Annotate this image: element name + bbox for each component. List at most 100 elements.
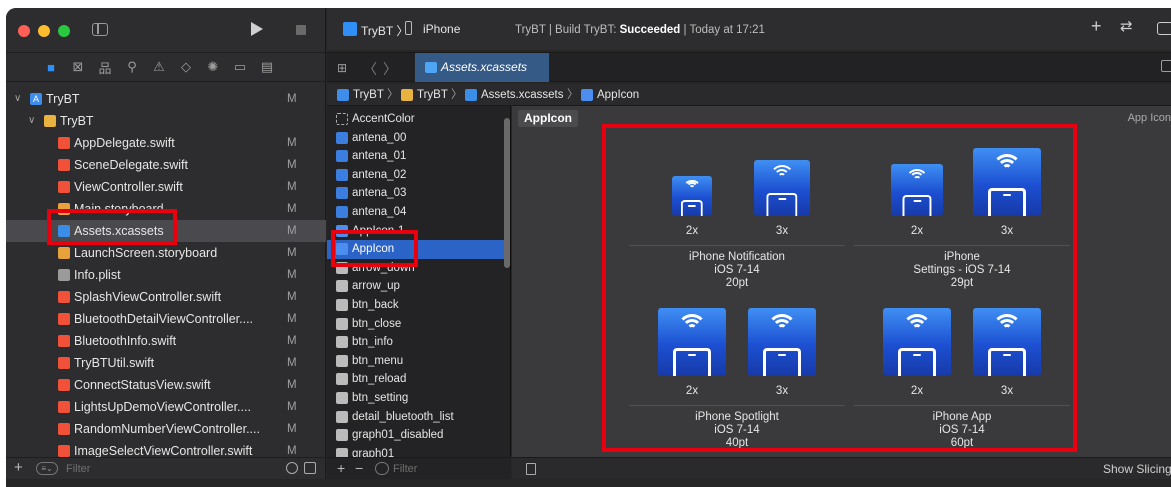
asset-row[interactable]: AccentColor (327, 110, 510, 129)
phone-outline-icon (988, 348, 1026, 376)
asset-row[interactable]: AppIcon-1 (327, 222, 510, 241)
recent-files-icon[interactable] (286, 462, 298, 474)
asset-row[interactable]: antena_03 (327, 184, 510, 203)
slot-os-label: iOS 7-14 (714, 264, 760, 276)
asset-row[interactable]: btn_info (327, 333, 510, 352)
asset-row[interactable]: btn_setting (327, 389, 510, 408)
file-row[interactable]: BluetoothInfo.swift M (6, 330, 326, 352)
asset-row[interactable]: antena_01 (327, 147, 510, 166)
folder-row[interactable]: ∨ TryBT (6, 110, 326, 132)
asset-set-title[interactable]: AppIcon (518, 110, 578, 127)
scm-filter-icon[interactable] (304, 462, 316, 474)
asset-row[interactable]: arrow_up (327, 277, 510, 296)
app-icon-image[interactable] (658, 308, 726, 376)
scale-label: 2x (685, 225, 699, 237)
scheme-selector[interactable]: TryBT 〉 (361, 22, 408, 39)
asset-row[interactable]: AppIcon (327, 240, 510, 259)
project-row[interactable]: ∨ A TryBT M (6, 88, 326, 110)
split-editor-icon[interactable] (1161, 60, 1171, 72)
slot-divider (629, 405, 845, 406)
file-row[interactable]: LightsUpDemoViewController.... M (6, 396, 326, 418)
asset-row[interactable]: antena_00 (327, 129, 510, 148)
file-row[interactable]: BluetoothDetailViewController.... M (6, 308, 326, 330)
jumpbar-item-catalog[interactable]: Assets.xcassets (481, 84, 563, 106)
file-row[interactable]: TryBTUtil.swift M (6, 352, 326, 374)
file-row[interactable]: AppDelegate.swift M (6, 132, 326, 154)
asset-row[interactable]: btn_close (327, 315, 510, 334)
app-icon-image[interactable] (754, 160, 810, 216)
status-badge: M (287, 225, 297, 237)
file-row[interactable]: LaunchScreen.storyboard M (6, 242, 326, 264)
chevron-down-icon[interactable]: ∨ (14, 88, 21, 110)
app-icon-image[interactable] (973, 148, 1041, 216)
test-icon[interactable]: ◇ (179, 59, 193, 75)
navigator-filter-input[interactable]: Filter (32, 461, 282, 477)
sidebar-toggle-icon[interactable] (92, 23, 108, 36)
app-icon-image[interactable] (891, 164, 943, 216)
asset-row[interactable]: btn_reload (327, 370, 510, 389)
add-asset-icon[interactable]: + (337, 460, 345, 476)
issue-icon[interactable]: ⚠ (152, 59, 166, 75)
file-name: LightsUpDemoViewController.... (74, 400, 251, 414)
stop-button[interactable] (296, 25, 306, 35)
asset-row[interactable]: graph01_disabled (327, 426, 510, 445)
device-selector[interactable]: iPhone (423, 22, 460, 36)
file-row[interactable]: ViewController.swift M (6, 176, 326, 198)
report-icon[interactable]: ▤ (260, 59, 274, 75)
file-row[interactable]: ConnectStatusView.swift M (6, 374, 326, 396)
forward-arrow-icon[interactable]: 〉 (383, 59, 397, 79)
file-row[interactable]: RandomNumberViewController.... M (6, 418, 326, 440)
find-icon[interactable]: ⚲ (125, 59, 139, 75)
asset-row[interactable]: arrow_down (327, 259, 510, 278)
tab-assets[interactable]: Assets.xcassets (415, 53, 549, 82)
app-icon-image[interactable] (672, 176, 712, 216)
close-window-button[interactable] (18, 25, 30, 37)
code-review-icon[interactable]: ⇄ (1120, 17, 1133, 35)
back-arrow-icon[interactable]: 〈 (363, 59, 377, 79)
jumpbar-item-project[interactable]: TryBT (353, 84, 384, 106)
related-items-icon[interactable]: ⊞ (337, 61, 347, 75)
slot-divider (854, 405, 1070, 406)
filter-icon[interactable] (375, 462, 389, 475)
file-row[interactable]: Info.plist M (6, 264, 326, 286)
symbol-icon[interactable]: 品 (98, 58, 112, 77)
scale-label: 3x (1000, 385, 1014, 397)
device-preview-icon[interactable] (526, 463, 536, 475)
folder-icon[interactable]: ■ (44, 60, 58, 75)
jumpbar-item-appicon[interactable]: AppIcon (597, 84, 639, 106)
asset-name: arrow_down (352, 261, 415, 274)
file-row[interactable]: Main.storyboard M (6, 198, 326, 220)
asset-name: AppIcon (352, 243, 395, 256)
asset-row[interactable]: btn_back (327, 296, 510, 315)
slot-name-label: iPhone App (932, 411, 992, 423)
show-slicing-button[interactable]: Show Slicing (1103, 458, 1171, 480)
image-icon (336, 373, 348, 386)
folder-icon (44, 115, 56, 127)
asset-row[interactable]: antena_02 (327, 166, 510, 185)
file-row[interactable]: Assets.xcassets M (6, 220, 326, 242)
zoom-window-button[interactable] (58, 25, 70, 37)
asset-row[interactable]: detail_bluetooth_list (327, 408, 510, 427)
source-control-icon[interactable]: ⊠ (71, 59, 85, 75)
asset-filter-input[interactable]: Filter (393, 462, 417, 476)
file-row[interactable]: SceneDelegate.swift M (6, 154, 326, 176)
project-icon: A (30, 93, 42, 105)
app-icon-image[interactable] (973, 308, 1041, 376)
remove-asset-icon[interactable]: − (355, 460, 363, 476)
asset-row[interactable]: btn_menu (327, 352, 510, 371)
jumpbar-item-folder[interactable]: TryBT (417, 84, 448, 106)
add-icon[interactable]: + (14, 459, 23, 476)
asset-set-kind: App Icon (1127, 112, 1171, 124)
run-button[interactable] (251, 22, 263, 36)
asset-list-scrollbar[interactable] (504, 118, 510, 268)
library-add-icon[interactable]: + (1091, 16, 1102, 37)
chevron-down-icon[interactable]: ∨ (28, 110, 35, 132)
minimize-window-button[interactable] (38, 25, 50, 37)
app-icon-image[interactable] (748, 308, 816, 376)
inspector-toggle-icon[interactable] (1157, 22, 1171, 35)
asset-row[interactable]: antena_04 (327, 203, 510, 222)
debug-icon[interactable]: ✺ (206, 59, 220, 75)
breakpoint-icon[interactable]: ▭ (233, 59, 247, 75)
app-icon-image[interactable] (883, 308, 951, 376)
file-row[interactable]: SplashViewController.swift M (6, 286, 326, 308)
